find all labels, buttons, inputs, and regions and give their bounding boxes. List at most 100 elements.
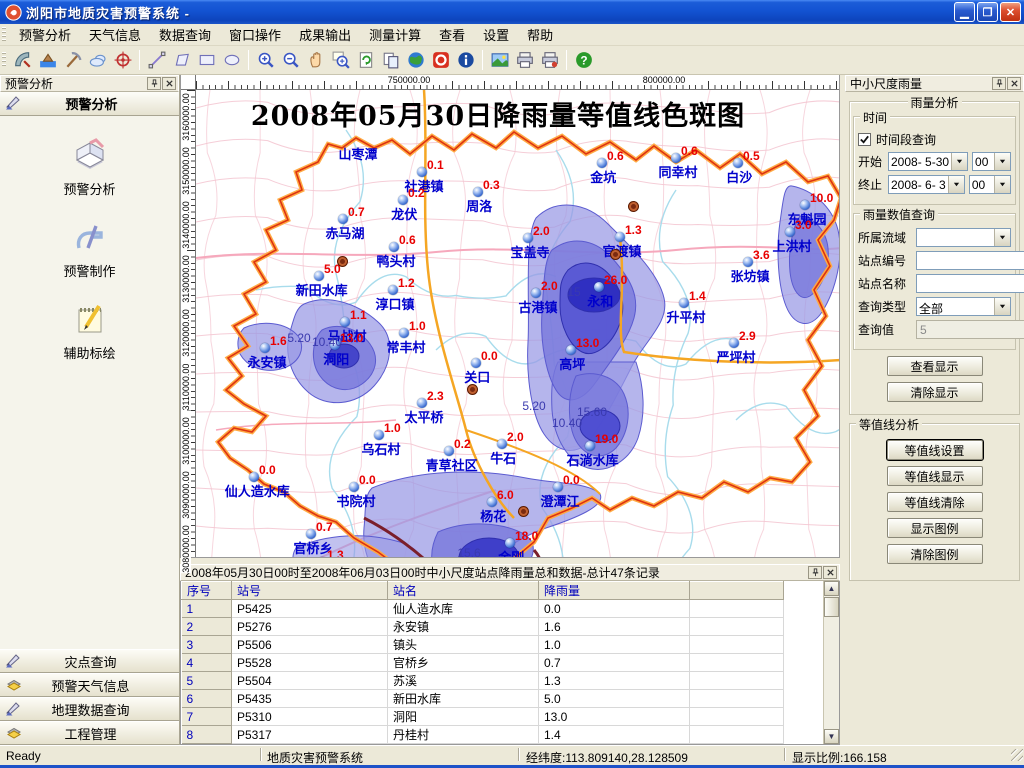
close-icon[interactable]	[823, 566, 837, 579]
resize-grip[interactable]	[1011, 749, 1023, 761]
contour-show-button[interactable]: 等值线显示	[887, 466, 983, 486]
chevron-down-icon[interactable]	[994, 229, 1010, 246]
ellipse-tool-button[interactable]	[219, 48, 244, 73]
chevron-down-icon[interactable]	[948, 176, 964, 193]
sidebar-item-2[interactable]: 辅助标绘	[0, 302, 179, 362]
print-preview-tool-button[interactable]	[537, 48, 562, 73]
table-row[interactable]: 6P5435新田水库5.0	[182, 690, 784, 708]
rectangle-tool-button[interactable]	[194, 48, 219, 73]
info-icon	[457, 51, 475, 69]
clear-legend-button[interactable]: 清除图例	[887, 544, 983, 564]
column-header-1[interactable]: 站号	[232, 582, 388, 600]
pick-tool-button[interactable]	[60, 48, 85, 73]
scroll-down-icon[interactable]: ▼	[824, 729, 839, 744]
print-tool-button[interactable]	[512, 48, 537, 73]
table-scrollbar[interactable]: ▲ ▼	[823, 581, 839, 744]
pan-tool-button[interactable]	[303, 48, 328, 73]
menu-item-7[interactable]: 设置	[474, 22, 518, 47]
column-header-2[interactable]: 站名	[388, 582, 539, 600]
clear-query-button[interactable]: 清除显示	[887, 382, 983, 402]
scroll-thumb[interactable]	[824, 597, 839, 617]
table-row[interactable]: 2P5276永安镇1.6	[182, 618, 784, 636]
table-row[interactable]: 3P5506镇头1.0	[182, 636, 784, 654]
polygon-tool-button[interactable]	[169, 48, 194, 73]
sidebar-bar-2[interactable]: 地理数据查询	[0, 697, 179, 721]
table-cell	[690, 726, 784, 744]
sidebar-item-1[interactable]: 预警制作	[0, 220, 179, 280]
end-hour-combo[interactable]: 00	[969, 175, 1011, 194]
sidebar-bar-0[interactable]: 灾点查询	[0, 649, 179, 673]
chevron-down-icon[interactable]	[994, 176, 1010, 193]
station-id-input[interactable]	[916, 251, 1024, 270]
refresh-tool-button[interactable]	[353, 48, 378, 73]
zoom-out-tool-button[interactable]	[278, 48, 303, 73]
station-name: 洞阳	[323, 349, 349, 368]
menu-item-4[interactable]: 成果输出	[290, 22, 360, 47]
title-bar[interactable]: 浏阳市地质灾害预警系统 - ▁ ❐ ✕	[0, 0, 1024, 24]
time-range-checkbox[interactable]	[858, 133, 871, 146]
left-panel-header[interactable]: 预警分析	[0, 92, 179, 116]
menu-item-2[interactable]: 数据查询	[150, 22, 220, 47]
zoom-window-tool-button[interactable]	[328, 48, 353, 73]
close-icon[interactable]	[162, 77, 176, 90]
close-button[interactable]: ✕	[1000, 2, 1021, 22]
radar-tool-button[interactable]	[10, 48, 35, 73]
line-icon	[148, 51, 166, 69]
info-tool-button[interactable]	[453, 48, 478, 73]
line-tool-button[interactable]	[144, 48, 169, 73]
sidebar-bar-1[interactable]: 预警天气信息	[0, 673, 179, 697]
menu-item-3[interactable]: 窗口操作	[220, 22, 290, 47]
chevron-down-icon[interactable]	[951, 153, 967, 170]
end-date-combo[interactable]: 2008- 6- 3	[888, 175, 965, 194]
station-name-input[interactable]	[916, 274, 1024, 293]
menu-grip[interactable]	[2, 27, 6, 43]
sidebar-bar-label: 灾点查询	[28, 652, 153, 671]
cloud-tool-button[interactable]	[85, 48, 110, 73]
map-canvas[interactable]: 2008年05月30日降雨量等值线色斑图 山枣潭0.1社港镇0.3周洛0.2龙伏…	[196, 90, 839, 557]
start-hour-combo[interactable]: 00	[972, 152, 1011, 171]
sidebar-bar-3[interactable]: 工程管理	[0, 721, 179, 745]
menu-item-6[interactable]: 查看	[430, 22, 474, 47]
table-row[interactable]: 7P5310洞阳13.0	[182, 708, 784, 726]
minimize-button[interactable]: ▁	[954, 2, 975, 22]
flood-tool-button[interactable]	[35, 48, 60, 73]
menu-item-5[interactable]: 测量计算	[360, 22, 430, 47]
column-header-4[interactable]	[690, 582, 784, 600]
table-row[interactable]: 1P5425仙人造水库0.0	[182, 600, 784, 618]
scroll-up-icon[interactable]: ▲	[824, 581, 839, 596]
chevron-down-icon[interactable]	[994, 298, 1010, 315]
menu-item-0[interactable]: 预警分析	[10, 22, 80, 47]
sidebar-item-0[interactable]: 预警分析	[0, 138, 179, 198]
table-cell: 仙人造水库	[388, 600, 539, 618]
table-row[interactable]: 5P5504苏溪1.3	[182, 672, 784, 690]
pin-icon[interactable]	[147, 77, 161, 90]
contour-clear-button[interactable]: 等值线清除	[887, 492, 983, 512]
basin-combo[interactable]	[916, 228, 1011, 247]
table-row[interactable]: 4P5528官桥乡0.7	[182, 654, 784, 672]
pin-icon[interactable]	[808, 566, 822, 579]
column-header-0[interactable]: 序号	[182, 582, 232, 600]
target-tool-button[interactable]	[110, 48, 135, 73]
contour-settings-button[interactable]: 等值线设置	[887, 440, 983, 460]
close-icon[interactable]	[1007, 77, 1021, 90]
stop-tool-button[interactable]	[428, 48, 453, 73]
toolbar-grip[interactable]	[2, 52, 6, 68]
image-tool-button[interactable]	[487, 48, 512, 73]
menu-item-8[interactable]: 帮助	[518, 22, 562, 47]
help-tool-button[interactable]: ?	[571, 48, 596, 73]
copy-tool-button[interactable]	[378, 48, 403, 73]
query-type-combo[interactable]: 全部	[916, 297, 1011, 316]
table-row[interactable]: 8P5317丹桂村1.4	[182, 726, 784, 744]
zoom-in-tool-button[interactable]	[253, 48, 278, 73]
station-value: 1.1	[350, 308, 367, 322]
show-legend-button[interactable]: 显示图例	[887, 518, 983, 538]
chevron-down-icon[interactable]	[994, 153, 1010, 170]
restore-button[interactable]: ❐	[977, 2, 998, 22]
pin-icon[interactable]	[992, 77, 1006, 90]
station-name: 石淌水库	[567, 450, 619, 469]
column-header-3[interactable]: 降雨量	[539, 582, 690, 600]
show-query-button[interactable]: 查看显示	[887, 356, 983, 376]
menu-item-1[interactable]: 天气信息	[80, 22, 150, 47]
globe-tool-button[interactable]	[403, 48, 428, 73]
start-date-combo[interactable]: 2008- 5-30	[888, 152, 968, 171]
